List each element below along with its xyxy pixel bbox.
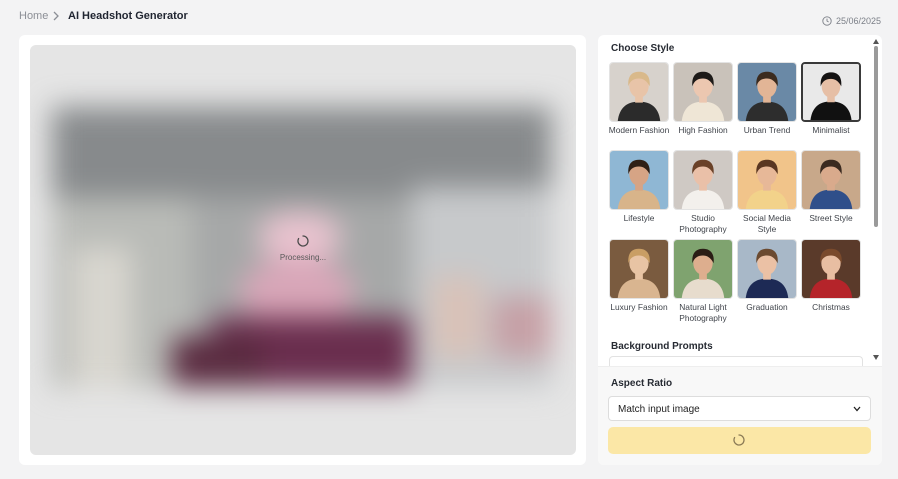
chevron-down-icon bbox=[853, 406, 861, 412]
portrait-image bbox=[738, 240, 796, 298]
portrait-image bbox=[674, 240, 732, 298]
style-thumbnail bbox=[609, 150, 669, 210]
style-label: Christmas bbox=[812, 302, 850, 312]
style-thumbnail bbox=[673, 62, 733, 122]
style-label: Street Style bbox=[809, 213, 853, 223]
portrait-image bbox=[738, 63, 796, 121]
style-label: Modern Fashion bbox=[608, 125, 670, 135]
style-label: Luxury Fashion bbox=[610, 302, 668, 312]
portrait-image bbox=[674, 63, 732, 121]
style-card-minimalist[interactable]: Minimalist bbox=[801, 62, 861, 136]
portrait-image bbox=[802, 151, 860, 209]
style-thumbnail bbox=[737, 62, 797, 122]
generate-button[interactable] bbox=[608, 427, 871, 454]
style-card-social-media-style[interactable]: Social Media Style bbox=[737, 150, 797, 234]
style-card-street-style[interactable]: Street Style bbox=[801, 150, 861, 224]
style-thumbnail bbox=[609, 239, 669, 299]
clock-icon bbox=[822, 16, 832, 26]
portrait-image bbox=[610, 63, 668, 121]
aspect-ratio-select[interactable]: Match input image bbox=[608, 396, 871, 421]
page-title: AI Headshot Generator bbox=[68, 10, 188, 22]
portrait-image bbox=[803, 64, 859, 120]
aspect-ratio-section: Aspect Ratio Match input image bbox=[598, 366, 882, 465]
processing-text: Processing... bbox=[279, 253, 327, 262]
style-thumbnail bbox=[737, 239, 797, 299]
portrait-image bbox=[738, 151, 796, 209]
style-label: Studio Photography bbox=[679, 213, 727, 234]
portrait-image bbox=[610, 240, 668, 298]
date-display: 25/06/2025 bbox=[822, 14, 881, 28]
style-thumbnail bbox=[673, 150, 733, 210]
preview-panel: Processing... bbox=[19, 35, 586, 465]
settings-panel: Choose Style Modern Fashion High Fashion U… bbox=[598, 35, 882, 465]
style-card-lifestyle[interactable]: Lifestyle bbox=[609, 150, 669, 224]
image-preview: Processing... bbox=[30, 45, 576, 455]
arrow-up-icon[interactable] bbox=[873, 39, 879, 44]
processing-overlay: Processing... bbox=[30, 45, 576, 455]
spinner-icon bbox=[297, 235, 309, 247]
style-card-graduation[interactable]: Graduation bbox=[737, 239, 797, 313]
top-bar: Home AI Headshot Generator 25/06/2025 bbox=[0, 0, 898, 34]
style-card-modern-fashion[interactable]: Modern Fashion bbox=[609, 62, 669, 136]
style-thumbnail bbox=[737, 150, 797, 210]
background-prompts-title: Background Prompts bbox=[611, 341, 713, 352]
background-prompts-field[interactable] bbox=[609, 356, 863, 366]
style-card-christmas[interactable]: Christmas bbox=[801, 239, 861, 313]
style-card-urban-trend[interactable]: Urban Trend bbox=[737, 62, 797, 136]
breadcrumb-home-link[interactable]: Home bbox=[19, 10, 48, 22]
style-card-high-fashion[interactable]: High Fashion bbox=[673, 62, 733, 136]
style-thumbnail bbox=[609, 62, 669, 122]
style-thumbnail bbox=[801, 150, 861, 210]
style-label: Natural Light Photography bbox=[679, 302, 727, 323]
arrow-down-icon[interactable] bbox=[873, 355, 879, 360]
style-label: Graduation bbox=[746, 302, 788, 312]
style-label: Minimalist bbox=[812, 125, 850, 135]
style-label: Social Media Style bbox=[743, 213, 791, 234]
aspect-ratio-value: Match input image bbox=[618, 404, 700, 415]
portrait-image bbox=[674, 151, 732, 209]
style-label: High Fashion bbox=[678, 125, 728, 135]
style-card-luxury-fashion[interactable]: Luxury Fashion bbox=[609, 239, 669, 313]
style-thumbnail bbox=[801, 62, 861, 122]
style-scroll-area[interactable]: Choose Style Modern Fashion High Fashion U… bbox=[598, 35, 882, 366]
chevron-right-icon bbox=[53, 11, 59, 21]
style-thumbnail bbox=[801, 239, 861, 299]
style-card-natural-light-photography[interactable]: Natural Light Photography bbox=[673, 239, 733, 323]
aspect-ratio-label: Aspect Ratio bbox=[611, 378, 673, 389]
spinner-icon bbox=[733, 434, 745, 446]
choose-style-title: Choose Style bbox=[611, 43, 675, 54]
portrait-image bbox=[610, 151, 668, 209]
style-thumbnail bbox=[673, 239, 733, 299]
style-label: Urban Trend bbox=[743, 125, 791, 135]
date-text: 25/06/2025 bbox=[835, 16, 881, 26]
portrait-image bbox=[802, 240, 860, 298]
style-label: Lifestyle bbox=[623, 213, 655, 223]
scrollbar-thumb[interactable] bbox=[874, 46, 878, 227]
scrollbar[interactable] bbox=[870, 35, 882, 366]
style-card-studio-photography[interactable]: Studio Photography bbox=[673, 150, 733, 234]
